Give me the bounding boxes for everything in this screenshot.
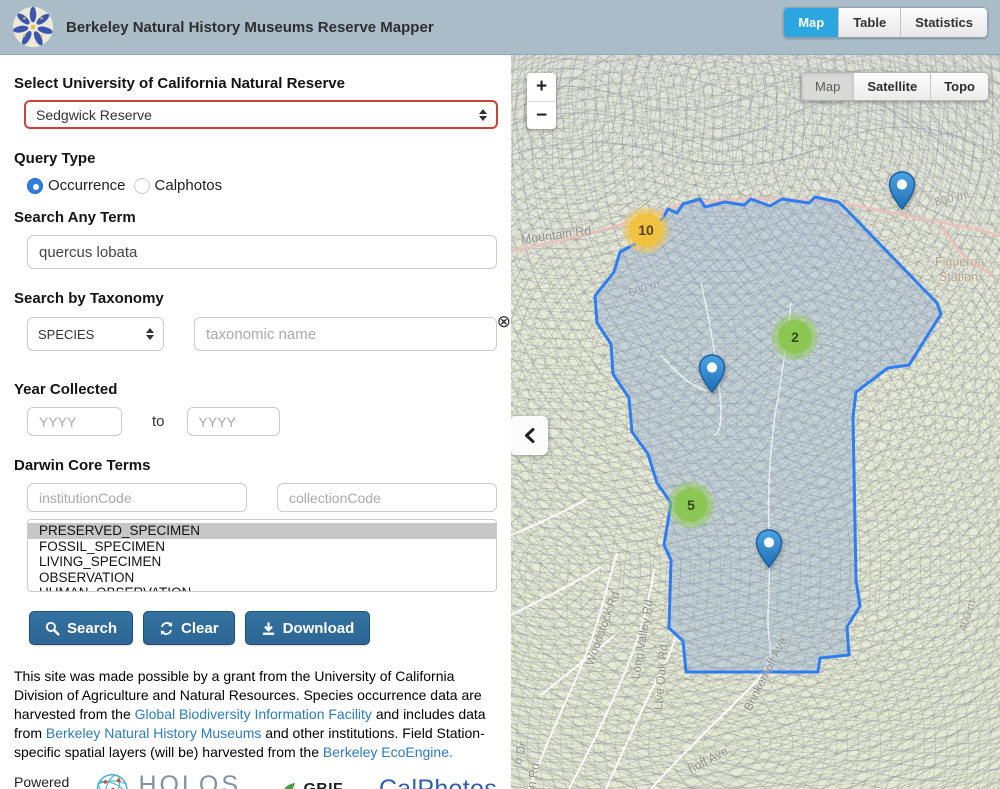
map-pin-marker[interactable]	[698, 354, 726, 394]
search-any-input[interactable]	[27, 235, 497, 269]
list-option[interactable]: PRESERVED_SPECIMEN	[28, 523, 496, 539]
list-option[interactable]: FOSSIL_SPECIMEN	[28, 539, 496, 555]
clear-button[interactable]: Clear	[143, 611, 235, 645]
search-any-label: Search Any Term	[14, 209, 497, 226]
map-text-label: Long Valley Rd	[628, 599, 656, 681]
reserve-select[interactable]: Sedgwick Reserve	[24, 100, 498, 129]
darwin-core-label: Darwin Core Terms	[14, 457, 497, 474]
institution-code-input[interactable]	[27, 483, 247, 512]
map-text-label: n Rd	[524, 762, 542, 789]
clear-taxon-icon[interactable]: ⊗	[497, 313, 511, 330]
cluster-marker[interactable]: 2	[772, 314, 818, 360]
cluster-marker[interactable]: 5	[668, 482, 714, 528]
bnhm-logo-icon	[10, 4, 56, 50]
select-updown-icon	[146, 328, 154, 340]
sidebar-collapse-button[interactable]	[511, 416, 548, 455]
occurrence-radio-label: Occurrence	[48, 177, 126, 194]
reserve-select-value: Sedgwick Reserve	[36, 107, 152, 123]
map-markers-layer: 10 2 5 Mountain Rd 800 m FigueroaStation 600 …	[511, 55, 1000, 789]
cluster-count: 5	[674, 488, 708, 522]
page-title: Berkeley Natural History Museums Reserve…	[66, 19, 434, 36]
cluster-count: 10	[629, 213, 663, 247]
map-text-label: 400 m	[957, 599, 978, 633]
reserve-select-label: Select University of California Natural …	[14, 75, 497, 92]
refresh-icon	[159, 621, 174, 636]
year-to-input[interactable]	[187, 407, 280, 436]
powered-by-label: Powered by	[14, 774, 86, 789]
gbif-wordmark: GBIF	[304, 781, 343, 789]
year-to-label: to	[152, 413, 165, 430]
list-option[interactable]: LIVING_SPECIMEN	[28, 554, 496, 570]
taxon-rank-select[interactable]: SPECIES	[27, 317, 164, 351]
map-text-label: Live Oak Rd	[651, 644, 671, 711]
clear-button-label: Clear	[181, 620, 219, 637]
search-button-label: Search	[67, 620, 117, 637]
download-icon	[261, 621, 276, 636]
calphotos-radio[interactable]	[134, 178, 150, 194]
map-text-label: Figueroa	[935, 255, 984, 269]
taxon-rank-value: SPECIES	[38, 327, 94, 342]
zoom-out-button[interactable]: −	[527, 101, 556, 129]
gbif-logo[interactable]: GBIF	[279, 780, 343, 789]
download-button[interactable]: Download	[245, 611, 371, 645]
tab-map[interactable]: Map	[784, 8, 838, 37]
zoom-in-button[interactable]: +	[527, 73, 556, 101]
list-option[interactable]: HUMAN_OBSERVATION	[28, 585, 496, 592]
map-pin-marker[interactable]	[755, 529, 783, 569]
zoom-control: + −	[527, 73, 556, 129]
holos-logo[interactable]: HOLOS BERKELEY ECOINFORMATICS ENGINE	[94, 771, 246, 789]
map-text-label: 600 m	[627, 278, 661, 299]
footer-link[interactable]: Berkeley Natural History Museums	[46, 725, 262, 741]
search-button[interactable]: Search	[29, 611, 133, 645]
calphotos-wordmark[interactable]: CalPhotos	[379, 775, 497, 789]
cluster-count: 2	[778, 320, 812, 354]
taxonomic-name-input[interactable]	[194, 317, 497, 351]
basis-of-record-list[interactable]: PRESERVED_SPECIMENFOSSIL_SPECIMENLIVING_…	[27, 519, 497, 592]
list-option[interactable]: OBSERVATION	[28, 570, 496, 586]
basemap-map-button[interactable]: Map	[802, 73, 853, 100]
map-text-label: Brinkerhoff Ave	[741, 635, 790, 713]
year-collected-label: Year Collected	[14, 381, 497, 398]
query-sidebar: Select University of California Natural …	[0, 55, 511, 789]
download-button-label: Download	[283, 620, 355, 637]
footer-text: This site was made possible by a grant f…	[14, 667, 501, 762]
powered-by-row: Powered by HOLOS BERKELEY ECOINFORMATICS…	[14, 771, 497, 789]
app-header: Berkeley Natural History Museums Reserve…	[0, 0, 1000, 55]
taxonomy-label: Search by Taxonomy	[14, 290, 497, 307]
query-type-label: Query Type	[14, 150, 497, 167]
map-text-label: Woodstock Rd	[582, 589, 622, 667]
occurrence-radio[interactable]	[27, 178, 43, 194]
select-updown-icon	[479, 109, 487, 121]
chevron-left-icon	[524, 428, 535, 443]
calphotos-radio-label: Calphotos	[155, 177, 223, 194]
search-icon	[45, 621, 60, 636]
cluster-marker[interactable]: 10	[623, 207, 669, 253]
collection-code-input[interactable]	[277, 483, 497, 512]
map-text-label: Mountain Rd	[520, 223, 592, 247]
tab-statistics[interactable]: Statistics	[900, 8, 987, 37]
map-text-label: o Dr	[511, 740, 530, 766]
tab-table[interactable]: Table	[838, 8, 900, 37]
footer-link[interactable]: Global Biodiversity Information Facility	[135, 706, 372, 722]
view-tabs: Map Table Statistics	[783, 7, 988, 38]
basemap-satellite-button[interactable]: Satellite	[853, 73, 930, 100]
basemap-topo-button[interactable]: Topo	[930, 73, 988, 100]
basemap-switcher: Map Satellite Topo	[801, 72, 989, 101]
holos-globe-icon	[94, 771, 130, 789]
map-canvas[interactable]: 10 2 5 Mountain Rd 800 m FigueroaStation 600 …	[511, 55, 1000, 789]
map-text-label: Station	[939, 270, 978, 284]
map-pin-marker[interactable]	[888, 171, 916, 211]
map-text-label: 800 m	[934, 189, 968, 208]
year-from-input[interactable]	[27, 407, 122, 436]
query-type-radios: Occurrence Calphotos	[27, 177, 497, 194]
holos-wordmark: HOLOS	[138, 774, 246, 789]
map-text-label: hoff Ave	[686, 744, 730, 777]
gbif-leaf-icon	[279, 780, 301, 789]
footer-link[interactable]: Berkeley EcoEngine.	[323, 744, 453, 760]
